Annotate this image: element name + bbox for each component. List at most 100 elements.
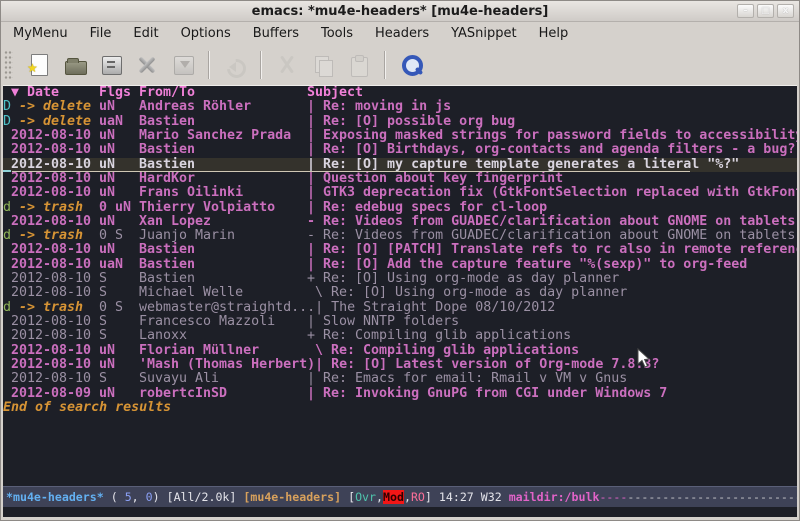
modeline-plain: [: [341, 490, 355, 504]
menu-mymenu[interactable]: MyMenu: [7, 24, 74, 43]
from-cell: Thierry Volpiatto: [139, 201, 307, 215]
mark-cell: [3, 243, 11, 257]
subject-cell: | GTK3 deprecation fix (GtkFontSelection…: [307, 186, 797, 200]
from-cell: Xan Lopez: [139, 215, 307, 229]
mark-cell: [3, 344, 11, 358]
menu-help[interactable]: Help: [533, 24, 575, 43]
mu4e-headers-buffer[interactable]: ▼ DateFlgsFrom/ToSubject D -> deleteuNAn…: [3, 85, 797, 486]
flags-cell: S: [99, 272, 139, 286]
mark-cell: [3, 186, 11, 200]
mark-cell: [3, 372, 11, 386]
modeline-plain: ]: [425, 490, 439, 504]
menu-bar: MyMenu File Edit Options Buffers Tools Headers…: [1, 22, 799, 44]
message-row[interactable]: 2012-08-10uN'Mash (Thomas Herbert)| Re: …: [3, 358, 797, 372]
toolbar-separator: [384, 51, 386, 79]
modeline-dash-pink: ----: [599, 490, 627, 504]
message-row[interactable]: 2012-08-10SLanoxx+ Re: Compiling glib ap…: [3, 329, 797, 343]
mark-cell: [3, 215, 11, 229]
subject-cell: \ Re: Compiling glib applications: [307, 344, 579, 358]
minimize-button[interactable]: –: [737, 4, 754, 18]
mark-cell: d: [3, 201, 11, 215]
from-cell: Bastien: [139, 272, 307, 286]
date-cell: 2012-08-10: [11, 344, 99, 358]
flags-cell: uaN: [99, 115, 139, 129]
menu-buffers[interactable]: Buffers: [247, 24, 305, 43]
message-row[interactable]: d -> trash0 uNThierry Volpiatto| Re: ede…: [3, 201, 797, 215]
search-icon[interactable]: [399, 53, 423, 77]
message-row[interactable]: 2012-08-09uNrobertcInSD| Re: Invoking Gn…: [3, 387, 797, 401]
save-icon[interactable]: [99, 53, 123, 77]
subject-cell: | The Straight Dope 08/10/2012: [315, 301, 555, 315]
date-cell: 2012-08-10: [11, 315, 99, 329]
undo-icon: [223, 53, 247, 77]
message-row[interactable]: d -> trash0 Swebmaster@straightd...| The…: [3, 301, 797, 315]
close-buffer-icon[interactable]: [135, 53, 159, 77]
message-row[interactable]: D -> deleteuNAndreas Röhler| Re: moving …: [3, 100, 797, 114]
message-row[interactable]: D -> deleteuaNBastien| Re: [O] possible …: [3, 115, 797, 129]
message-row[interactable]: 2012-08-10uaNBastien| Re: [O] Add the ca…: [3, 258, 797, 272]
date-cell: 2012-08-10: [11, 186, 99, 200]
header-col-3: From/To: [139, 86, 307, 100]
menu-options[interactable]: Options: [175, 24, 237, 43]
flags-cell: uN: [99, 243, 139, 257]
from-cell: Florian Müllner: [139, 344, 307, 358]
new-file-icon[interactable]: [27, 53, 51, 77]
toolbar-grip[interactable]: [4, 50, 13, 80]
subject-cell: \ Re: [O] Using org-mode as day planner: [307, 286, 627, 300]
subject-cell: | Re: Emacs for email: Rmail v VM v Gnus: [307, 372, 627, 386]
from-cell: Bastien: [139, 115, 307, 129]
message-row[interactable]: 2012-08-10SFrancesco Mazzoli| Slow NNTP …: [3, 315, 797, 329]
modeline-plain: 14:27 W32: [439, 490, 509, 504]
paste-icon: [347, 53, 371, 77]
toolbar-separator: [260, 51, 262, 79]
title-bar[interactable]: emacs: *mu4e-headers* [mu4e-headers] –□x: [1, 1, 799, 22]
subject-cell: | Re: moving in js: [307, 100, 451, 114]
echo-area[interactable]: [3, 507, 797, 517]
modeline-path: maildir:/bulk: [509, 490, 600, 504]
modeline-num: 0: [146, 490, 153, 504]
date-cell: 2012-08-10: [11, 215, 99, 229]
message-row[interactable]: 2012-08-10uNBastien| Re: [O] Birthdays, …: [3, 143, 797, 157]
date-cell: 2012-08-10: [11, 129, 99, 143]
message-row[interactable]: 2012-08-10uNBastien| Re: [O] [PATCH] Tra…: [3, 243, 797, 257]
menu-file[interactable]: File: [84, 24, 118, 43]
message-row[interactable]: 2012-08-10uNFrans Oilinki| GTK3 deprecat…: [3, 186, 797, 200]
menu-yasnippet[interactable]: YASnippet: [445, 24, 523, 43]
window-title: emacs: *mu4e-headers* [mu4e-headers]: [252, 4, 549, 19]
open-file-icon[interactable]: [63, 53, 87, 77]
mark-cell: [3, 143, 11, 157]
maximize-button[interactable]: □: [757, 4, 774, 18]
subject-cell: + Re: [O] Using org-mode as day planner: [307, 272, 619, 286]
buffer-area: ▼ DateFlgsFrom/ToSubject D -> deleteuNAn…: [3, 85, 797, 517]
message-row[interactable]: 2012-08-10uNBastien| Re: [O] my capture …: [3, 158, 797, 172]
flags-cell: uN: [99, 186, 139, 200]
close-button[interactable]: x: [777, 4, 794, 18]
message-row[interactable]: 2012-08-10SSuvayu Ali| Re: Emacs for ema…: [3, 372, 797, 386]
date-cell: -> trash: [11, 229, 99, 243]
date-cell: 2012-08-10: [11, 286, 99, 300]
message-row[interactable]: 2012-08-10uNXan Lopez- Re: Videos from G…: [3, 215, 797, 229]
from-cell: Michael Welle: [139, 286, 307, 300]
message-row[interactable]: 2012-08-10SBastien+ Re: [O] Using org-mo…: [3, 272, 797, 286]
message-row[interactable]: 2012-08-10uNFlorian Müllner \ Re: Compil…: [3, 344, 797, 358]
flags-cell: uN: [99, 172, 139, 186]
date-cell: -> delete: [11, 100, 99, 114]
mark-cell: [3, 387, 11, 401]
menu-edit[interactable]: Edit: [127, 24, 164, 43]
modeline-ro: RO: [411, 490, 425, 504]
subject-cell: | Re: [O] Add the capture feature "%(sex…: [307, 258, 747, 272]
modeline-plain: (: [104, 490, 125, 504]
current-row-underline: [12, 171, 690, 172]
mark-cell: [3, 258, 11, 272]
message-row[interactable]: 2012-08-10SMichael Welle \ Re: [O] Using…: [3, 286, 797, 300]
flags-cell: S: [99, 286, 139, 300]
fringe-current-mark: [3, 170, 11, 172]
menu-headers[interactable]: Headers: [369, 24, 435, 43]
flags-cell: uN: [99, 143, 139, 157]
date-cell: -> trash: [11, 301, 99, 315]
flags-cell: S: [99, 372, 139, 386]
from-cell: webmaster@straightd...: [139, 301, 315, 315]
modeline-num: 5: [125, 490, 132, 504]
date-cell: 2012-08-10: [11, 358, 99, 372]
menu-tools[interactable]: Tools: [315, 24, 359, 43]
